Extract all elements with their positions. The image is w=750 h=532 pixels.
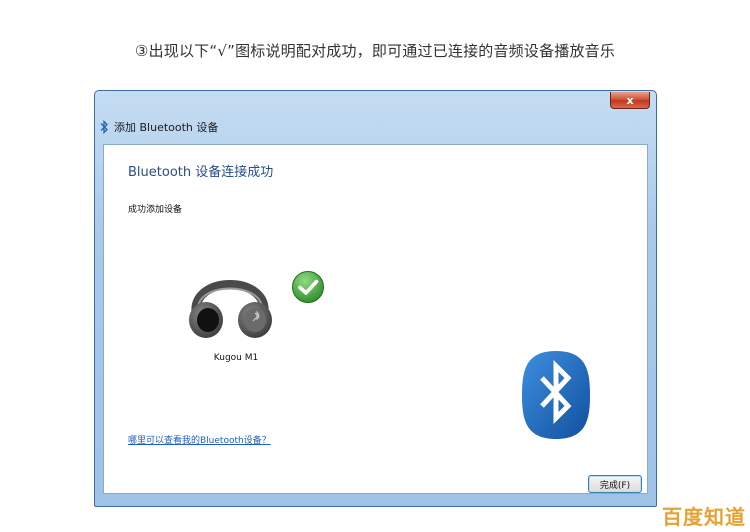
checkmark-icon — [292, 271, 324, 303]
bluetooth-icon — [100, 120, 108, 134]
dialog-footer — [103, 494, 648, 506]
page-heading: Bluetooth 设备连接成功 — [128, 165, 274, 180]
status-text: 成功添加设备 — [128, 205, 183, 215]
finish-button[interactable]: 完成(F) — [588, 475, 642, 493]
device-name: Kugou M1 — [213, 353, 259, 363]
dialog-content: Bluetooth 设备连接成功 成功添加设备 Kugou M1 哪里可以查看我… — [103, 144, 648, 494]
window-titlebar: 添加 Bluetooth 设备 — [99, 118, 218, 136]
bluetooth-logo-icon — [522, 351, 590, 439]
window-title: 添加 Bluetooth 设备 — [114, 121, 219, 134]
add-bluetooth-device-window: x 添加 Bluetooth 设备 Bluetooth 设备连接成功 成功添加设… — [94, 90, 657, 507]
headphones-icon — [189, 280, 272, 338]
watermark-logo: 百度知道 — [662, 505, 746, 529]
close-button[interactable]: x — [610, 92, 650, 109]
find-devices-help-link[interactable]: 哪里可以查看我的Bluetooth设备？ — [128, 433, 271, 446]
instruction-caption: ③出现以下“√”图标说明配对成功，即可通过已连接的音频设备播放音乐 — [134, 42, 616, 60]
close-icon: x — [626, 93, 634, 107]
